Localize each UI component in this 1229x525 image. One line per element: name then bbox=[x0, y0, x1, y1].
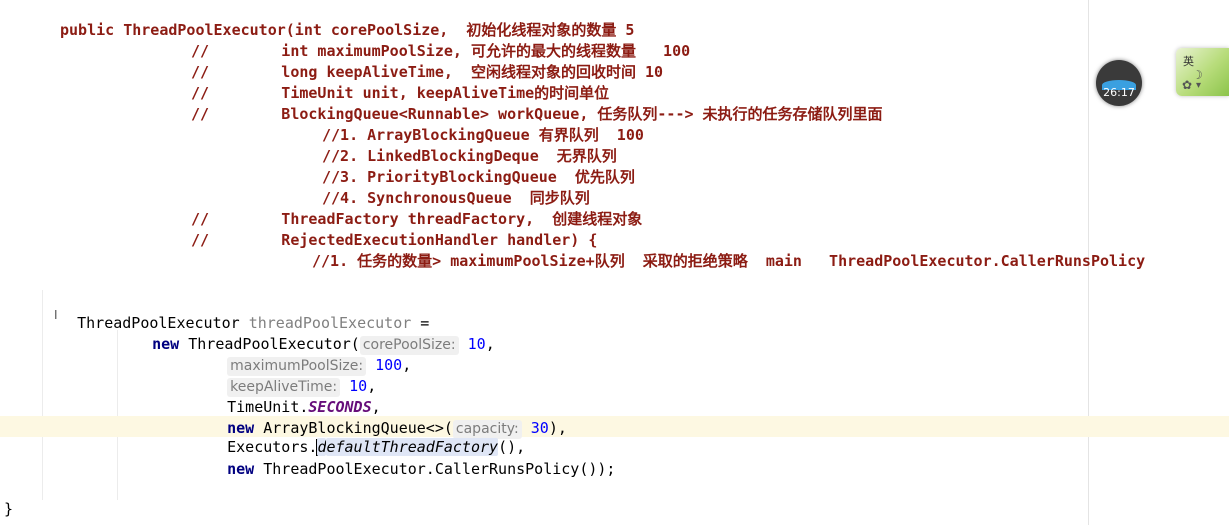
comment-line: // BlockingQueue<Runnable> workQueue, 任务… bbox=[191, 105, 883, 123]
comment-line: //3. PriorityBlockingQueue 优先队列 bbox=[322, 168, 635, 186]
code-line-declaration[interactable]: ThreadPoolExecutor threadPoolExecutor = bbox=[41, 292, 429, 332]
code-line-queue[interactable]: new ArrayBlockingQueue<>(capacity: 30), bbox=[191, 397, 567, 439]
value-maximum-pool-size: 100 bbox=[375, 356, 403, 374]
comment-line: //1. ArrayBlockingQueue 有界队列 100 bbox=[322, 126, 644, 144]
value-core-pool-size: 10 bbox=[467, 335, 486, 353]
closing-brace: } bbox=[4, 500, 14, 518]
code-editor[interactable]: public ThreadPoolExecutor(int corePoolSi… bbox=[0, 0, 1229, 525]
code-line-keep-alive[interactable]: keepAliveTime: 10, bbox=[191, 355, 376, 397]
chevron-down-icon: ▾ bbox=[1196, 80, 1202, 91]
keyword-new: new bbox=[227, 460, 255, 478]
code-line-policy[interactable]: new ThreadPoolExecutor.CallerRunsPolicy(… bbox=[191, 438, 615, 478]
comment-line: public ThreadPoolExecutor(int corePoolSi… bbox=[60, 21, 635, 39]
comment-line: // long keepAliveTime, 空闲线程对象的回收时间 10 bbox=[191, 63, 664, 81]
comment-line: // int maximumPoolSize, 可允许的最大的线程数量 100 bbox=[191, 42, 691, 60]
comment-line: //1. 任务的数量> maximumPoolSize+队列 采取的拒绝策略 m… bbox=[312, 252, 1146, 270]
comment-line: // TimeUnit unit, keepAliveTime的时间单位 bbox=[191, 84, 610, 102]
comment-line: //2. LinkedBlockingDeque 无界队列 bbox=[322, 147, 617, 165]
ime-status-widget[interactable]: 英 ☽ ✿ ▾ bbox=[1176, 48, 1229, 96]
code-line-thread-factory[interactable]: Executors.defaultThreadFactory(), bbox=[191, 416, 525, 456]
value-capacity: 30 bbox=[530, 419, 549, 437]
current-line-highlight bbox=[0, 416, 1229, 437]
keyword-new: new bbox=[152, 335, 180, 353]
comment-line: // ThreadFactory threadFactory, 创建线程对象 bbox=[191, 210, 643, 228]
code-line-constructor[interactable]: new ThreadPoolExecutor(corePoolSize: 10, bbox=[116, 313, 495, 355]
recording-timer-widget[interactable]: 26:17 bbox=[1096, 60, 1142, 106]
gear-icon: ✿ bbox=[1182, 78, 1193, 92]
timer-text: 26:17 bbox=[1103, 86, 1135, 99]
comment-line: //4. SynchronousQueue 同步队列 bbox=[322, 189, 590, 207]
i-beam-cursor-icon: I bbox=[54, 308, 58, 322]
comment-line: // RejectedExecutionHandler handler) { bbox=[191, 231, 598, 249]
ime-language-label: 英 bbox=[1183, 55, 1194, 68]
policy-constructor: ThreadPoolExecutor.CallerRunsPolicy()); bbox=[263, 460, 616, 478]
code-line-max-pool[interactable]: maximumPoolSize: 100, bbox=[191, 334, 411, 376]
code-line-time-unit[interactable]: TimeUnit.SECONDS, bbox=[191, 376, 381, 416]
